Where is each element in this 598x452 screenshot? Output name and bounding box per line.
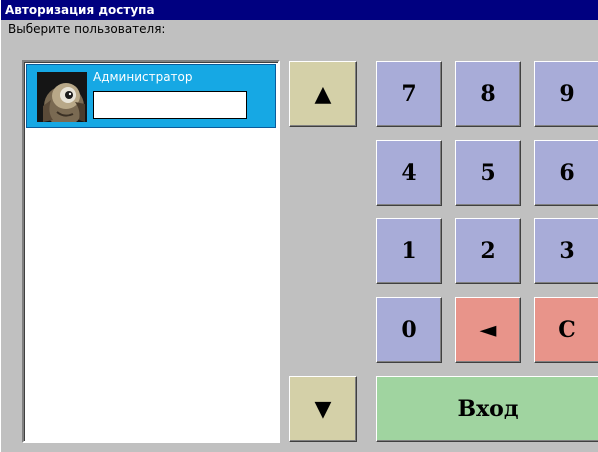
- owl-avatar-icon: [37, 72, 87, 122]
- login-button[interactable]: Вход: [376, 376, 598, 442]
- triangle-down-icon: ▼: [314, 396, 332, 422]
- backspace-button[interactable]: ◄: [455, 297, 521, 363]
- keypad-8-button[interactable]: 8: [455, 61, 521, 127]
- avatar: [37, 72, 87, 122]
- auth-window: Авторизация доступа Выберите пользовател…: [0, 0, 598, 452]
- scroll-up-button[interactable]: ▲: [289, 61, 357, 127]
- keypad-5-button[interactable]: 5: [455, 140, 521, 206]
- keypad-4-button[interactable]: 4: [376, 140, 442, 206]
- clear-button[interactable]: C: [534, 297, 598, 363]
- title-bar: Авторизация доступа: [1, 0, 598, 20]
- window-title: Авторизация доступа: [5, 3, 155, 17]
- keypad-0-button[interactable]: 0: [376, 297, 442, 363]
- triangle-up-icon: ▲: [314, 81, 332, 107]
- keypad-6-button[interactable]: 6: [534, 140, 598, 206]
- user-name: Администратор: [93, 70, 193, 84]
- select-user-prompt: Выберите пользователя:: [8, 22, 166, 36]
- user-item-administrator[interactable]: Администратор: [26, 64, 276, 128]
- scroll-down-button[interactable]: ▼: [289, 376, 357, 442]
- keypad-9-button[interactable]: 9: [534, 61, 598, 127]
- keypad-1-button[interactable]: 1: [376, 218, 442, 284]
- password-input[interactable]: [93, 91, 247, 119]
- keypad-3-button[interactable]: 3: [534, 218, 598, 284]
- keypad-7-button[interactable]: 7: [376, 61, 442, 127]
- keypad-2-button[interactable]: 2: [455, 218, 521, 284]
- user-list[interactable]: Администратор: [22, 60, 280, 443]
- arrow-left-icon: ◄: [479, 317, 497, 343]
